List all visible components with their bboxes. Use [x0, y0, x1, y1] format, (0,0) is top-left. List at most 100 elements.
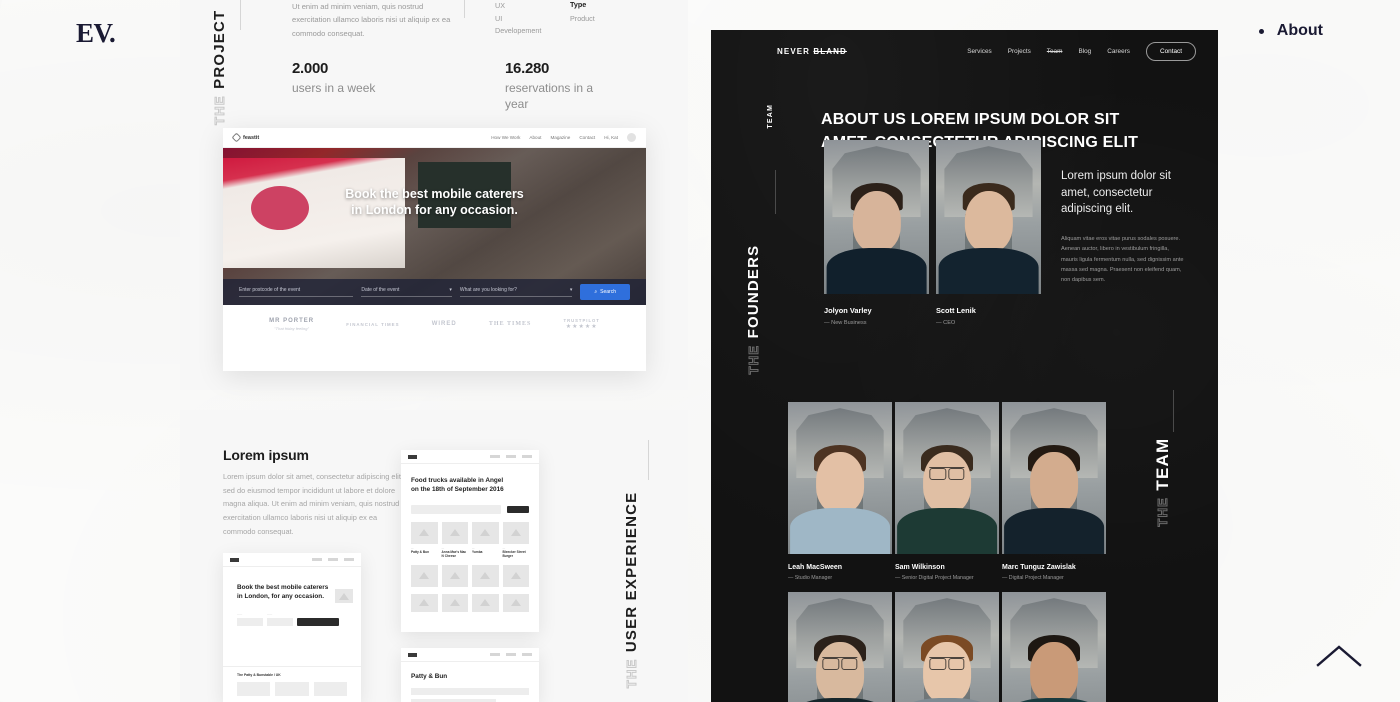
wireframe-topbar [223, 553, 361, 567]
type-select[interactable]: What are you looking for? ▾ [459, 287, 573, 297]
wireframe-home-footer: The Patty & Bunstable / UK [237, 673, 281, 677]
founder-name: Jolyon Varley [824, 306, 872, 315]
nav-item-team[interactable]: Team [1047, 48, 1063, 55]
wireframe-homepage[interactable]: Book the best mobile caterers in London,… [223, 553, 361, 702]
founder-role: — CEO [936, 320, 956, 326]
tick-line [464, 0, 465, 18]
wireframe-search-heading: Food trucks available in Angel on the 18… [411, 477, 504, 494]
feastit-screenshot[interactable]: feastit How We Work About Magazine Conta… [223, 128, 646, 371]
search-button[interactable]: ⌕ Search [580, 284, 630, 300]
wireframe-field[interactable]: —— [237, 613, 263, 626]
team-member-card[interactable] [1002, 592, 1106, 702]
ux-vertical-label: THE USER EXPERIENCE [623, 492, 640, 689]
wireframe-search-results[interactable]: Food trucks available in Angel on the 18… [401, 450, 539, 632]
site-logo[interactable]: EV. [76, 18, 116, 49]
nav-item-careers[interactable]: Careers [1107, 48, 1130, 55]
team-member-card[interactable] [895, 592, 999, 702]
team-member-card[interactable]: Leah MacSween — Studio Manager [788, 402, 892, 581]
wireframe-card[interactable]: — Bleecker Street Burger [502, 521, 529, 558]
ux-label-the: THE [624, 658, 640, 689]
founder-card[interactable]: Jolyon Varley — New Business [824, 140, 929, 326]
team-member-role: — Senior Digital Project Manager [895, 575, 974, 581]
project-vertical-label: THE PROJECT [211, 10, 228, 126]
wireframe-detail[interactable]: Patty & Bun [401, 648, 539, 702]
feastit-nav-item[interactable]: Magazine [550, 135, 570, 140]
nav-about[interactable]: About [1258, 22, 1323, 40]
wireframe-card[interactable] [411, 593, 438, 612]
feastit-search-bar[interactable]: Enter postcode of the event Date of the … [223, 279, 646, 305]
wireframe-logo [230, 557, 239, 562]
feastit-logo[interactable]: feastit [231, 132, 259, 143]
wireframe-search-input[interactable] [411, 504, 501, 514]
postcode-input[interactable]: Enter postcode of the event [239, 287, 354, 297]
founders-label-main: FOUNDERS [745, 245, 762, 339]
project-meta-type: Type Product [570, 0, 595, 26]
nav-about-label: About [1276, 22, 1323, 39]
wireframe-topbar [401, 450, 539, 464]
wireframe-card[interactable] [411, 564, 438, 587]
feastit-nav-item[interactable]: How We Work [491, 135, 520, 140]
wireframe-find-button[interactable] [297, 617, 339, 626]
meta-type-value: Product [570, 14, 595, 23]
feastit-nav-item[interactable]: Contact [579, 135, 595, 140]
stat-users: 2.000 users in a week [292, 60, 376, 95]
date-select[interactable]: Date of the event ▾ [361, 287, 452, 297]
wireframe-nav [312, 558, 354, 561]
nav-item-blog[interactable]: Blog [1078, 48, 1091, 55]
team-member-card[interactable]: Marc Tunguz Zawislak — Digital Project M… [1002, 402, 1106, 581]
nav-item-services[interactable]: Services [967, 48, 992, 55]
feastit-account-label[interactable]: Hi, Kat [604, 135, 618, 140]
avatar[interactable] [627, 133, 636, 142]
divider-line [1173, 390, 1174, 432]
feastit-nav-item[interactable]: About [529, 135, 541, 140]
chevron-down-icon: ▾ [449, 287, 452, 293]
team-member-card[interactable] [788, 592, 892, 702]
wireframe-field[interactable]: —— [267, 613, 293, 626]
never-bland-logo[interactable]: NEVER BLAND [777, 47, 847, 56]
lead-heading: Lorem ipsum dolor sit amet, consectetur … [1061, 170, 1171, 216]
meta-type-label: Type [570, 0, 587, 9]
team-label-the: THE [1155, 496, 1171, 527]
feastit-mark-icon [231, 132, 242, 143]
founder-card[interactable]: Scott Lenik — CEO [936, 140, 1041, 326]
wireframe-logo [408, 454, 417, 459]
scroll-to-top-button[interactable] [1316, 643, 1362, 674]
feastit-hero: Book the best mobile caterers in London … [223, 148, 646, 305]
wireframe-card[interactable] [472, 564, 499, 587]
left-content-column: THE PROJECT Ut enim ad minim veniam, qui… [180, 0, 688, 702]
wireframe-filter-button[interactable] [507, 505, 529, 513]
stat-reservations: 16.280 reservations in a year [505, 60, 594, 112]
wireframe-card[interactable] [472, 593, 499, 612]
team-member-role: — Digital Project Manager [1002, 575, 1064, 581]
wireframe-detail-title: Patty & Bun [411, 673, 448, 680]
lead-body: Aliquam vitae eros vitae purus sodales p… [1061, 236, 1184, 284]
feastit-topbar: feastit How We Work About Magazine Conta… [223, 128, 646, 148]
wireframe-logo [408, 652, 417, 657]
wireframe-card[interactable] [502, 593, 529, 612]
founders-vertical-label: THE FOUNDERS [745, 245, 762, 375]
wireframe-card[interactable]: — Anna Mae's Mac N Cheese [441, 521, 468, 558]
project-body-text: Ut enim ad minim veniam, quis nostrud ex… [292, 2, 451, 38]
headline-vertical-label: TEAM [767, 104, 774, 129]
wireframe-card[interactable] [441, 593, 468, 612]
team-member-card[interactable]: Sam Wilkinson — Senior Digital Project M… [895, 402, 999, 581]
never-bland-screenshot[interactable]: NEVER BLAND Services Projects Team Blog … [711, 30, 1218, 702]
feastit-nav[interactable]: How We Work About Magazine Contact Hi, K… [491, 133, 636, 142]
ux-label-main: USER EXPERIENCE [623, 492, 640, 653]
headline-label-team: TEAM [767, 104, 774, 129]
wireframe-image-placeholder [335, 589, 353, 603]
wireframe-card[interactable]: — Yumba [472, 521, 499, 558]
press-logo: WIRED [431, 321, 457, 327]
project-label-the: THE [212, 95, 228, 126]
press-logo: MR PORTER "That friday feeling" [269, 317, 315, 331]
team-member-photo [1002, 592, 1106, 702]
wireframe-card[interactable] [502, 564, 529, 587]
nav-item-projects[interactable]: Projects [1008, 48, 1031, 55]
contact-button[interactable]: Contact [1145, 42, 1196, 61]
team-label-main: TEAM [1153, 438, 1172, 491]
bullet-icon [1258, 28, 1264, 34]
project-label-main: PROJECT [211, 10, 228, 90]
team-member-name: Sam Wilkinson [895, 564, 945, 571]
wireframe-card[interactable] [441, 564, 468, 587]
wireframe-card[interactable]: — Patty & Bun [411, 521, 438, 558]
